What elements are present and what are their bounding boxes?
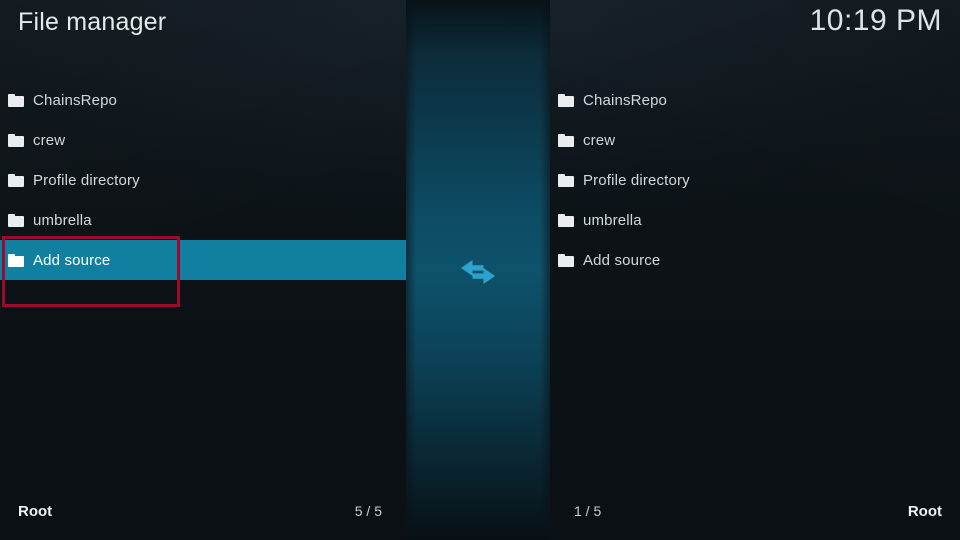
page-title: File manager bbox=[18, 8, 167, 36]
folder-icon bbox=[558, 133, 574, 147]
list-item-label: Profile directory bbox=[33, 171, 140, 189]
folder-icon bbox=[558, 173, 574, 187]
status-bar: Root 5 / 5 1 / 5 Root bbox=[0, 482, 960, 540]
folder-icon bbox=[558, 213, 574, 227]
left-file-list: ChainsRepo crew Profile directory umbrel… bbox=[0, 80, 406, 480]
right-item-count: 1 / 5 bbox=[574, 503, 602, 519]
right-path-label: Root bbox=[907, 502, 942, 520]
list-item-label: crew bbox=[583, 131, 616, 149]
list-item-label: ChainsRepo bbox=[583, 91, 668, 109]
list-item[interactable]: ChainsRepo bbox=[0, 80, 406, 120]
folder-icon bbox=[8, 173, 24, 187]
list-item-label: Add source bbox=[583, 251, 661, 269]
right-status-bar: 1 / 5 Root bbox=[550, 482, 960, 540]
list-item-label: umbrella bbox=[583, 211, 642, 229]
swap-horizontal-arrows-icon bbox=[406, 251, 550, 293]
folder-icon bbox=[8, 133, 24, 147]
list-item-label: umbrella bbox=[33, 211, 92, 229]
list-item[interactable]: umbrella bbox=[550, 200, 960, 240]
left-status-bar: Root 5 / 5 bbox=[0, 482, 406, 540]
left-item-count: 5 / 5 bbox=[354, 503, 382, 519]
list-item-label: ChainsRepo bbox=[33, 91, 118, 109]
list-item[interactable]: crew bbox=[0, 120, 406, 160]
folder-icon bbox=[558, 253, 574, 267]
list-item-label: Profile directory bbox=[583, 171, 690, 189]
list-item[interactable]: ChainsRepo bbox=[550, 80, 960, 120]
file-manager-window: File manager 10:19 PM ChainsRepo crew Pr… bbox=[0, 0, 960, 540]
list-item[interactable]: umbrella bbox=[0, 200, 406, 240]
list-item-label: crew bbox=[33, 131, 66, 149]
list-item[interactable]: crew bbox=[550, 120, 960, 160]
folder-icon bbox=[8, 93, 24, 107]
list-item-add-source[interactable]: Add source bbox=[550, 240, 960, 280]
right-file-list: ChainsRepo crew Profile directory umbrel… bbox=[550, 80, 960, 480]
left-path-label: Root bbox=[18, 502, 53, 520]
list-item[interactable]: Profile directory bbox=[0, 160, 406, 200]
center-divider-band bbox=[406, 0, 550, 540]
clock-label: 10:19 PM bbox=[809, 4, 942, 37]
list-item-add-source[interactable]: Add source bbox=[0, 240, 406, 280]
folder-icon bbox=[8, 253, 24, 267]
folder-icon bbox=[558, 93, 574, 107]
list-item[interactable]: Profile directory bbox=[550, 160, 960, 200]
folder-icon bbox=[8, 213, 24, 227]
list-item-label: Add source bbox=[33, 251, 111, 269]
